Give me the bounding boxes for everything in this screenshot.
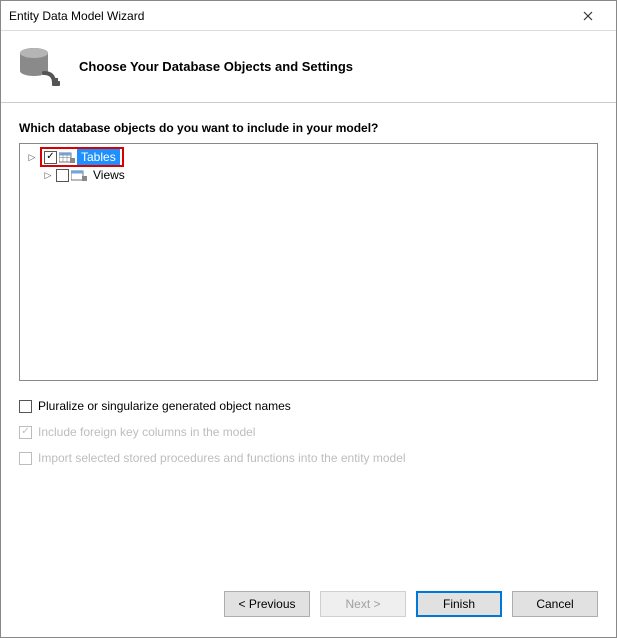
- checkbox-pluralize[interactable]: [19, 400, 32, 413]
- next-button: Next >: [320, 591, 406, 617]
- close-button[interactable]: [568, 2, 608, 30]
- option-pluralize[interactable]: Pluralize or singularize generated objec…: [19, 393, 598, 419]
- finish-button[interactable]: Finish: [416, 591, 502, 617]
- content: Which database objects do you want to in…: [1, 103, 616, 471]
- option-label: Import selected stored procedures and fu…: [38, 451, 406, 465]
- tree-item-label: Views: [89, 167, 129, 183]
- expander-icon[interactable]: ▷: [42, 169, 54, 181]
- checkbox-import-sprocs: [19, 452, 32, 465]
- prompt-label: Which database objects do you want to in…: [19, 121, 598, 135]
- views-icon: [71, 168, 87, 182]
- close-icon: [583, 11, 593, 21]
- options-group: Pluralize or singularize generated objec…: [19, 393, 598, 471]
- expander-icon[interactable]: ▷: [26, 151, 38, 163]
- header-title: Choose Your Database Objects and Setting…: [79, 59, 353, 74]
- tree-item-views[interactable]: ▷ Views: [42, 166, 591, 184]
- tree-item-label: Tables: [77, 149, 120, 165]
- button-bar: < Previous Next > Finish Cancel: [224, 591, 598, 617]
- header-icon-wrap: [1, 43, 79, 91]
- option-label: Include foreign key columns in the model: [38, 425, 255, 439]
- cancel-button[interactable]: Cancel: [512, 591, 598, 617]
- option-label: Pluralize or singularize generated objec…: [38, 399, 291, 413]
- highlight-box: Tables: [40, 147, 124, 167]
- wizard-header: Choose Your Database Objects and Setting…: [1, 31, 616, 103]
- previous-button[interactable]: < Previous: [224, 591, 310, 617]
- titlebar: Entity Data Model Wizard: [1, 1, 616, 31]
- option-foreign-keys: Include foreign key columns in the model: [19, 419, 598, 445]
- tree-view[interactable]: ▷ Tables ▷ Views: [19, 143, 598, 381]
- window-title: Entity Data Model Wizard: [9, 9, 568, 23]
- tree-item-tables[interactable]: ▷ Tables: [26, 148, 591, 166]
- database-icon: [16, 43, 64, 91]
- option-import-sprocs: Import selected stored procedures and fu…: [19, 445, 598, 471]
- checkbox-tables[interactable]: [44, 151, 57, 164]
- checkbox-views[interactable]: [56, 169, 69, 182]
- tables-icon: [59, 150, 75, 164]
- checkbox-foreign-keys: [19, 426, 32, 439]
